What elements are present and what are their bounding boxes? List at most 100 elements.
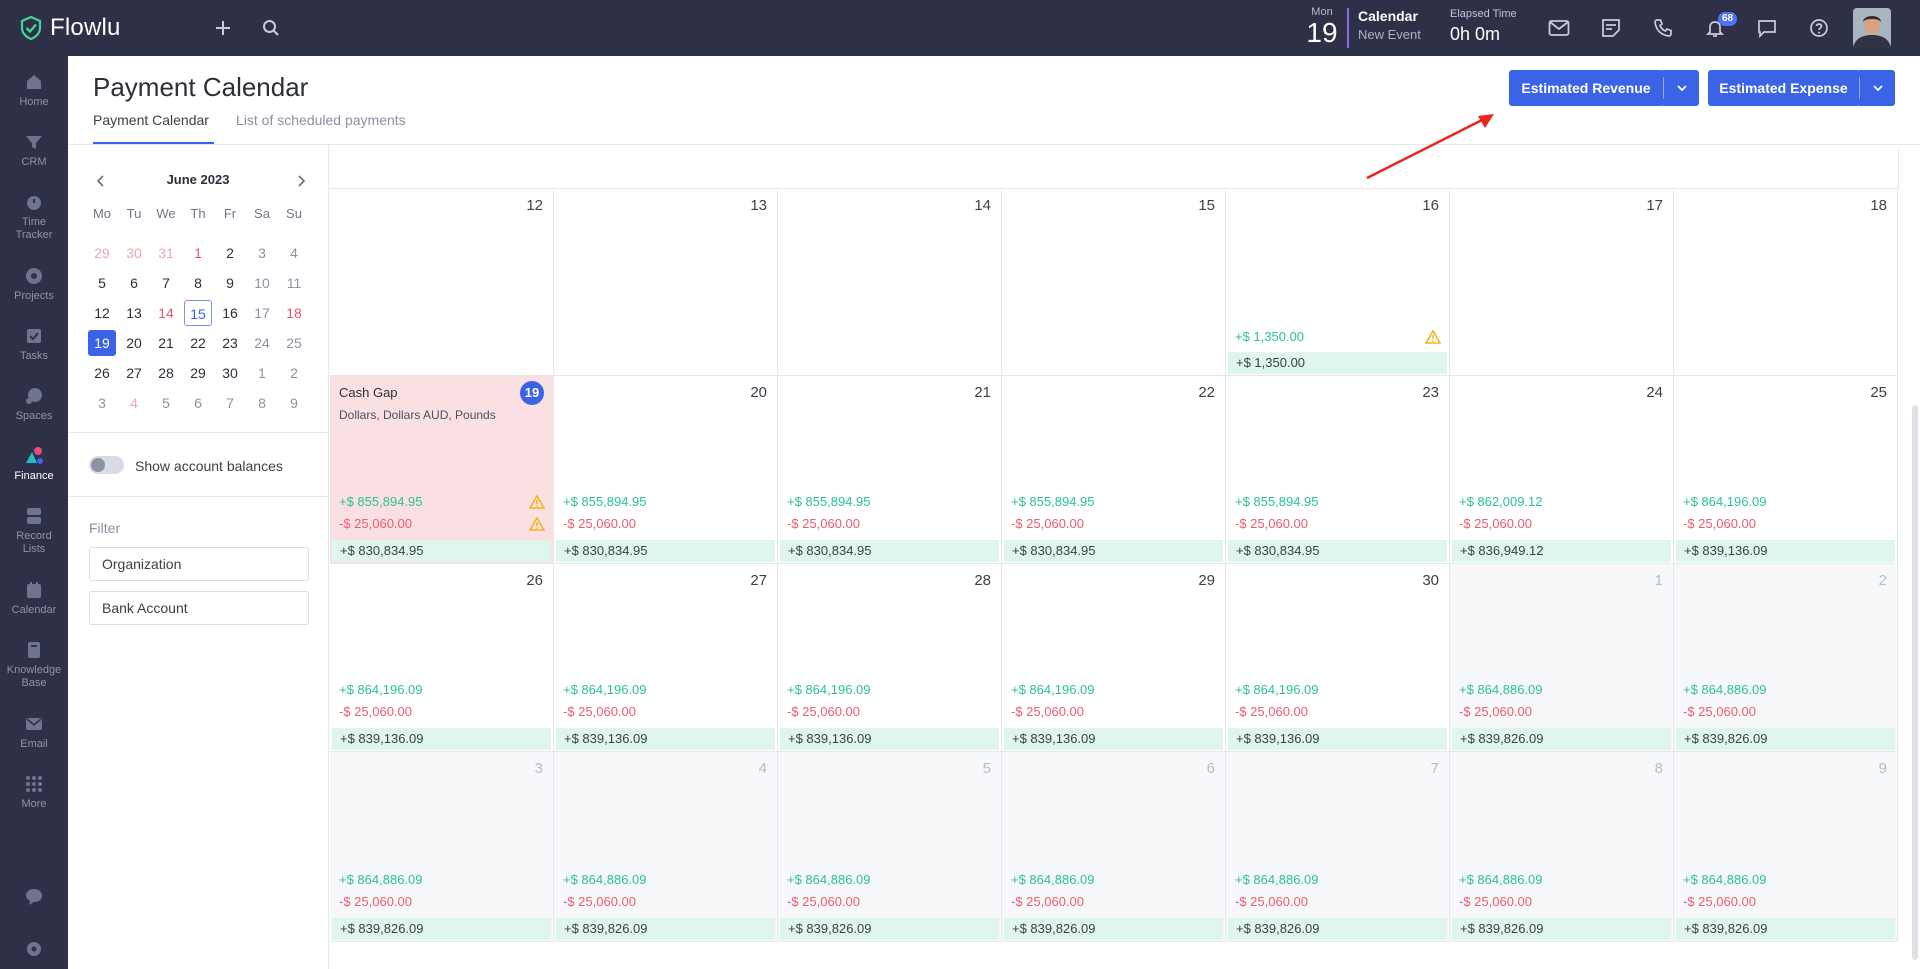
calendar-day-cell[interactable]: 16 +$ 1,350.00 +$ 1,350.00	[1226, 189, 1450, 376]
estimated-income[interactable]: +$ 864,196.09	[339, 682, 423, 697]
bank-account-filter[interactable]: Bank Account	[89, 591, 309, 625]
mini-calendar-day[interactable]: 29	[184, 360, 212, 386]
estimated-income[interactable]: +$ 864,886.09	[1683, 682, 1767, 697]
mini-calendar-day[interactable]: 27	[120, 360, 148, 386]
estimated-expense[interactable]: -$ 25,060.00	[1011, 516, 1084, 531]
mini-calendar-day[interactable]: 8	[248, 390, 276, 416]
mini-calendar-day[interactable]: 24	[248, 330, 276, 356]
mini-calendar-day[interactable]: 3	[88, 390, 116, 416]
tab-payment-calendar[interactable]: Payment Calendar	[93, 112, 209, 128]
estimated-expense[interactable]: -$ 25,060.00	[787, 704, 860, 719]
mini-calendar-day[interactable]: 11	[280, 270, 308, 296]
mini-calendar-day[interactable]: 23	[216, 330, 244, 356]
mini-calendar-day[interactable]: 17	[248, 300, 276, 326]
calendar-day-cell[interactable]: 21 +$ 855,894.95 -$ 25,060.00 +$ 830,834.95	[778, 376, 1002, 564]
estimated-expense[interactable]: -$ 25,060.00	[1011, 704, 1084, 719]
estimated-income[interactable]: +$ 864,196.09	[787, 682, 871, 697]
estimated-income[interactable]: +$ 864,886.09	[563, 872, 647, 887]
sidebar-item-knowledge-base[interactable]: Knowledge Base	[0, 640, 68, 690]
calendar-day-cell[interactable]: 24 +$ 862,009.12 -$ 25,060.00 +$ 836,949.12	[1450, 376, 1674, 564]
estimated-expense[interactable]: -$ 25,060.00	[787, 516, 860, 531]
estimated-income[interactable]: +$ 855,894.95	[787, 494, 871, 509]
sidebar-settings[interactable]	[0, 939, 68, 963]
estimated-income[interactable]: +$ 864,196.09	[1011, 682, 1095, 697]
sidebar-item-record-lists[interactable]: Record Lists	[0, 506, 68, 556]
estimated-expense[interactable]: -$ 25,060.00	[1459, 704, 1532, 719]
estimated-expense[interactable]: -$ 25,060.00	[1459, 516, 1532, 531]
organization-filter[interactable]: Organization	[89, 547, 309, 581]
phone-icon[interactable]	[1651, 16, 1675, 40]
calendar-day-cell[interactable]: 18	[1674, 189, 1898, 376]
chat-icon[interactable]	[1755, 16, 1779, 40]
estimated-revenue-dropdown[interactable]	[1663, 70, 1699, 106]
calendar-day-cell[interactable]: 15	[1002, 189, 1226, 376]
calendar-day-cell[interactable]: 5 +$ 864,886.09 -$ 25,060.00 +$ 839,826.09	[778, 752, 1002, 942]
chevron-right-icon[interactable]	[292, 172, 310, 190]
mini-calendar-day[interactable]: 2	[280, 360, 308, 386]
calendar-day-cell[interactable]: 23 +$ 855,894.95 -$ 25,060.00 +$ 830,834.95	[1226, 376, 1450, 564]
sidebar-item-time-tracker[interactable]: Time Tracker	[0, 192, 68, 242]
mini-calendar-day[interactable]: 30	[120, 240, 148, 266]
estimated-expense-dropdown[interactable]	[1859, 70, 1895, 106]
calendar-day-cell[interactable]: 27 +$ 864,196.09 -$ 25,060.00 +$ 839,136.09	[554, 564, 778, 752]
calendar-day-cell[interactable]: 4 +$ 864,886.09 -$ 25,060.00 +$ 839,826.09	[554, 752, 778, 942]
help-icon[interactable]	[1807, 16, 1831, 40]
estimated-expense[interactable]: -$ 25,060.00	[1683, 894, 1756, 909]
estimated-income[interactable]: +$ 855,894.95	[1235, 494, 1319, 509]
mini-calendar-day[interactable]: 30	[216, 360, 244, 386]
mini-calendar-day[interactable]: 1	[248, 360, 276, 386]
calendar-day-cell[interactable]: 19 Cash Gap Dollars, Dollars AUD, Pounds +$…	[330, 376, 554, 564]
mini-calendar-day[interactable]: 1	[184, 240, 212, 266]
estimated-income[interactable]: +$ 862,009.12	[1459, 494, 1543, 509]
calendar-day-cell[interactable]: 30 +$ 864,196.09 -$ 25,060.00 +$ 839,136.09	[1226, 564, 1450, 752]
estimated-expense-button[interactable]: Estimated Expense	[1708, 70, 1859, 106]
sidebar-item-home[interactable]: Home	[0, 72, 68, 109]
mini-calendar-day[interactable]: 16	[216, 300, 244, 326]
mini-calendar-day[interactable]: 26	[88, 360, 116, 386]
mini-calendar-day[interactable]: 9	[280, 390, 308, 416]
calendar-day-cell[interactable]: 1 +$ 864,886.09 -$ 25,060.00 +$ 839,826.09	[1450, 564, 1674, 752]
sidebar-item-tasks[interactable]: Tasks	[0, 326, 68, 363]
estimated-income[interactable]: +$ 864,886.09	[339, 872, 423, 887]
elapsed-time-widget[interactable]: Elapsed Time 0h 0m	[1450, 8, 1517, 47]
calendar-scrollbar[interactable]	[1912, 405, 1918, 960]
mini-calendar-day[interactable]: 21	[152, 330, 180, 356]
estimated-income[interactable]: +$ 864,886.09	[787, 872, 871, 887]
estimated-income[interactable]: +$ 864,886.09	[1459, 682, 1543, 697]
sidebar-item-more[interactable]: More	[0, 774, 68, 811]
logo[interactable]: Flowlu	[20, 14, 121, 42]
estimated-expense[interactable]: -$ 25,060.00	[1683, 516, 1756, 531]
mini-calendar-day[interactable]: 29	[88, 240, 116, 266]
tab-scheduled-payments[interactable]: List of scheduled payments	[236, 112, 406, 128]
calendar-day-cell[interactable]: 7 +$ 864,886.09 -$ 25,060.00 +$ 839,826.09	[1226, 752, 1450, 942]
estimated-income[interactable]: +$ 864,886.09	[1235, 872, 1319, 887]
mini-calendar-day[interactable]: 4	[120, 390, 148, 416]
estimated-income[interactable]: +$ 864,886.09	[1459, 872, 1543, 887]
sidebar-item-projects[interactable]: Projects	[0, 266, 68, 303]
estimated-expense[interactable]: -$ 25,060.00	[339, 894, 412, 909]
new-event-link[interactable]: New Event	[1358, 24, 1421, 46]
mail-icon[interactable]	[1547, 16, 1571, 40]
mini-calendar-day[interactable]: 3	[248, 240, 276, 266]
estimated-expense[interactable]: -$ 25,060.00	[787, 894, 860, 909]
calendar-day-cell[interactable]: 14	[778, 189, 1002, 376]
calendar-day-cell[interactable]: 20 +$ 855,894.95 -$ 25,060.00 +$ 830,834.95	[554, 376, 778, 564]
mini-calendar-day[interactable]: 13	[120, 300, 148, 326]
estimated-revenue-button[interactable]: Estimated Revenue	[1509, 70, 1663, 106]
mini-calendar-day[interactable]: 20	[120, 330, 148, 356]
calendar-day-cell[interactable]: 12	[330, 189, 554, 376]
sidebar-item-crm[interactable]: CRM	[0, 132, 68, 169]
mini-calendar-day[interactable]: 10	[248, 270, 276, 296]
mini-calendar-day[interactable]: 8	[184, 270, 212, 296]
estimated-expense[interactable]: -$ 25,060.00	[1235, 894, 1308, 909]
mini-calendar-day[interactable]: 15	[184, 300, 212, 326]
mini-calendar-day[interactable]: 12	[88, 300, 116, 326]
calendar-day-cell[interactable]: 29 +$ 864,196.09 -$ 25,060.00 +$ 839,136.09	[1002, 564, 1226, 752]
calendar-day-cell[interactable]: 8 +$ 864,886.09 -$ 25,060.00 +$ 839,826.09	[1450, 752, 1674, 942]
mini-calendar-day[interactable]: 5	[152, 390, 180, 416]
mini-calendar-day[interactable]: 19	[88, 330, 116, 356]
estimated-expense[interactable]: -$ 25,060.00	[1235, 704, 1308, 719]
mini-calendar-day[interactable]: 31	[152, 240, 180, 266]
mini-calendar-day[interactable]: 7	[216, 390, 244, 416]
estimated-expense[interactable]: -$ 25,060.00	[1011, 894, 1084, 909]
